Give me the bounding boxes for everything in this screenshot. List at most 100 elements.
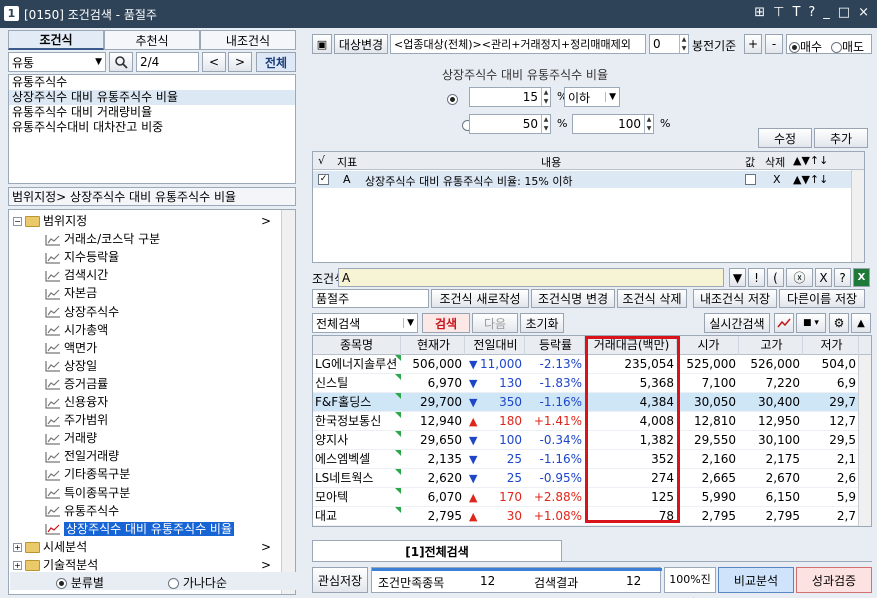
plus-button[interactable]: + (744, 34, 762, 54)
tree-item[interactable]: 검색시간 (45, 266, 108, 284)
value3-input[interactable]: 100 ▲ ▼ (572, 114, 654, 134)
tree-item[interactable]: 지수등락율 (45, 248, 119, 266)
column-header[interactable]: 저가 (805, 336, 859, 355)
filter-select[interactable]: 유통 ▼ (8, 52, 106, 72)
tree-item[interactable]: 상장일 (45, 357, 97, 375)
watchlist-save-button[interactable]: 관심저장 (312, 567, 368, 593)
radio-buy[interactable]: 매수 (789, 38, 822, 55)
column-header[interactable]: 현재가 (403, 336, 465, 355)
radio-sell[interactable]: 매도 (831, 38, 864, 55)
performance-verify-button[interactable]: 성과검증 (796, 567, 872, 593)
column-header[interactable]: 전일대비 (467, 336, 525, 355)
settings-button[interactable]: ⚙ (829, 313, 849, 333)
tree-item[interactable]: 자본금 (45, 284, 97, 302)
search-next-button[interactable]: 다음 (472, 313, 518, 333)
compare-analysis-button[interactable]: 비교분석 (718, 567, 794, 593)
tree-item[interactable]: 시가총액 (45, 321, 108, 339)
tree-item[interactable]: − 범위지정 (13, 212, 87, 230)
spinner[interactable]: ▲ ▼ (644, 115, 653, 133)
tree-item[interactable]: +재무분석 (13, 592, 87, 594)
list-item[interactable]: 유통주식수대비 대차잔고 비중 (9, 120, 295, 135)
realtime-search-button[interactable]: 실시간검색 (704, 313, 770, 333)
formula-clear-button[interactable]: X (815, 268, 832, 287)
layout-icon[interactable]: ⊞ (754, 5, 765, 20)
formula-dropdown-button[interactable]: ▼ (729, 268, 746, 287)
search-run-button[interactable]: 검색 (422, 313, 470, 333)
column-header[interactable]: 종목명 (313, 336, 401, 355)
prev-button[interactable]: < (202, 52, 226, 72)
radio-by-category[interactable]: 분류별 (56, 574, 104, 591)
delete-condition-button[interactable]: 조건식 삭제 (617, 289, 687, 308)
formula-help-button[interactable]: ? (834, 268, 851, 287)
tree-item[interactable]: 기타종목구분 (45, 465, 130, 483)
tab-recommend[interactable]: 추천식 (104, 30, 200, 50)
expand-icon[interactable]: + (13, 542, 22, 552)
expand-arrow[interactable]: > (261, 212, 271, 230)
maximize-icon[interactable]: □ (838, 5, 850, 20)
tree-item[interactable]: 상장주식수 (45, 303, 119, 321)
move-buttons[interactable]: ▲▼↑↓ (793, 173, 828, 186)
tree-scrollbar[interactable] (281, 210, 295, 594)
tab-condition[interactable]: 조건식 (8, 30, 104, 50)
formula-input[interactable]: A (338, 268, 724, 287)
close-icon[interactable]: × (858, 5, 869, 20)
save-my-condition-button[interactable]: 내조건식 저장 (693, 289, 777, 308)
pin-icon[interactable]: ⊤ (773, 5, 784, 20)
radio-threshold[interactable] (447, 94, 458, 105)
expand-arrow[interactable]: > (261, 592, 271, 594)
value2-input[interactable]: 50 ▲ ▼ (469, 114, 551, 134)
tree-item[interactable]: 전일거래량 (45, 447, 119, 465)
panel-toggle-button[interactable]: ▣ (312, 34, 332, 54)
delete-row-button[interactable]: X (773, 173, 781, 186)
minimize-icon[interactable]: _ (823, 5, 830, 20)
tree-item[interactable]: 신용융자 (45, 393, 108, 411)
formula-not-button[interactable]: ! (748, 268, 765, 287)
display-mode-button[interactable]: ■ ▾ (796, 313, 826, 333)
help-icon[interactable]: ? (808, 5, 815, 20)
tree-item[interactable]: 유통주식수 (45, 502, 119, 520)
value-checkbox[interactable] (745, 174, 756, 185)
spinner[interactable]: ▲ ▼ (541, 88, 550, 106)
strategy-name-input[interactable]: 품절주 (312, 289, 429, 308)
tree-item[interactable]: 액면가 (45, 339, 97, 357)
excel-export-button[interactable]: X (853, 268, 870, 287)
bong-input[interactable]: 0 ▲ ▼ (649, 34, 689, 54)
radio-alphabetical[interactable]: 가나다순 (168, 574, 227, 591)
minus-button[interactable]: - (765, 34, 783, 54)
tab-my-condition[interactable]: 내조건식 (200, 30, 296, 50)
target-change-button[interactable]: 대상변경 (334, 34, 388, 54)
edit-button[interactable]: 수정 (758, 128, 812, 148)
add-button[interactable]: 추가 (814, 128, 868, 148)
tree-item[interactable]: 주가범위 (45, 411, 108, 429)
tree-item[interactable]: 증거금률 (45, 375, 108, 393)
tab-all-search[interactable]: [1]전체검색 (312, 540, 562, 562)
next-button[interactable]: > (228, 52, 252, 72)
spinner[interactable]: ▲ ▼ (541, 115, 550, 133)
chart-button[interactable] (774, 313, 794, 333)
list-item[interactable]: 유통주식수 (9, 75, 295, 90)
value1-input[interactable]: 15 ▲ ▼ (469, 87, 551, 107)
tree-item[interactable]: + 시세분석 (13, 538, 87, 556)
column-header[interactable]: 등락률 (527, 336, 585, 355)
tree-item[interactable]: 특이종목구분 (45, 484, 130, 502)
column-header[interactable]: 고가 (741, 336, 803, 355)
expand-arrow[interactable]: > (261, 538, 271, 556)
save-as-button[interactable]: 다른이름 저장 (779, 289, 865, 308)
new-condition-button[interactable]: 조건식 새로작성 (431, 289, 529, 308)
tree-item[interactable]: 거래소/코스닥 구분 (45, 230, 160, 248)
column-header[interactable]: 시가 (679, 336, 739, 355)
formula-paren-x-button[interactable]: ⓧ (786, 268, 813, 287)
reset-button[interactable]: 초기화 (520, 313, 564, 333)
rename-condition-button[interactable]: 조건식명 변경 (531, 289, 615, 308)
table-row[interactable]: ✓ A 상장주식수 대비 유통주식수 비율: 15% 이하 X ▲▼↑↓ (313, 171, 851, 188)
tree-item[interactable]: 거래량 (45, 429, 97, 447)
row-checkbox[interactable]: ✓ (318, 174, 329, 185)
expand-icon[interactable]: + (13, 560, 22, 570)
tree-item[interactable]: 상장주식수 대비 유통주식수 비율 (45, 520, 235, 538)
spinner[interactable]: ▲ ▼ (679, 35, 688, 53)
collapse-icon[interactable]: − (13, 217, 22, 226)
font-icon[interactable]: T (792, 5, 800, 20)
collapse-button[interactable]: ▲ (851, 313, 871, 333)
list-item[interactable]: 유통주식수 대비 거래량비율 (9, 105, 295, 120)
search-scope-select[interactable]: 전체검색 ▼ (312, 313, 418, 333)
